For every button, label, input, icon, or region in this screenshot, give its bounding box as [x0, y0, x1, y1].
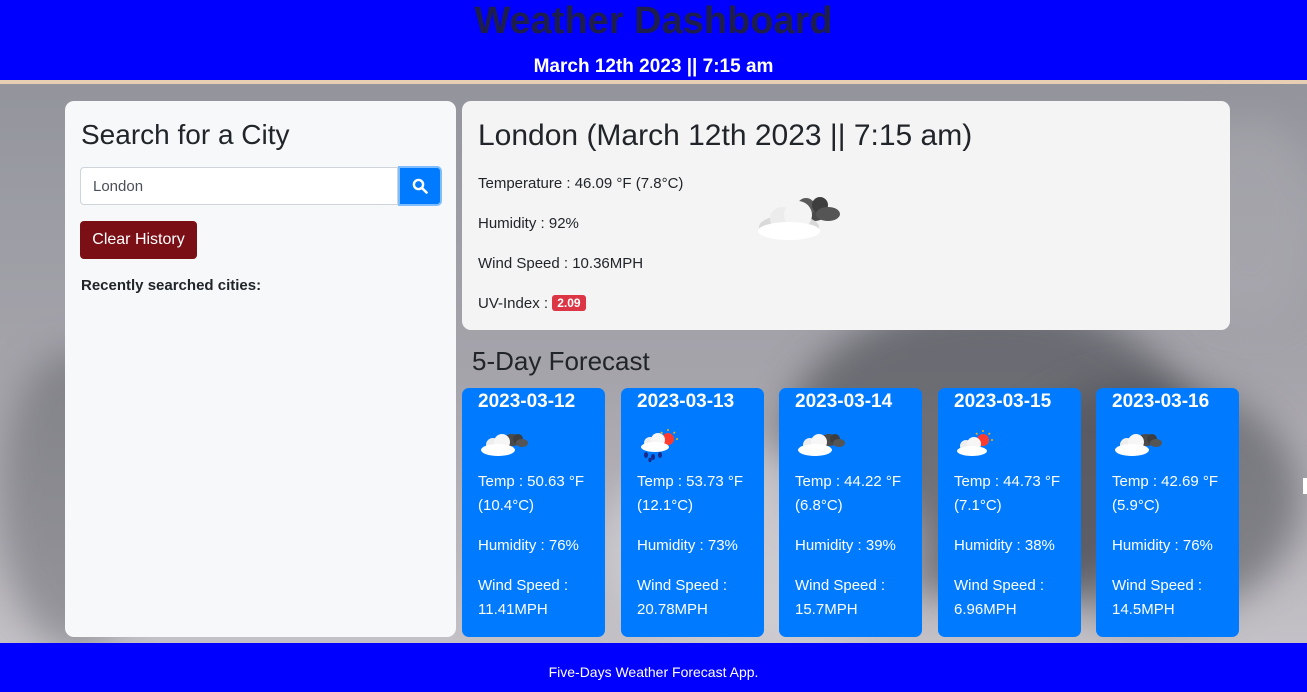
search-heading: Search for a City	[81, 119, 290, 150]
cloudy-icon	[1115, 434, 1162, 456]
current-weather-panel: London (March 12th 2023 || 7:15 am) Temp…	[462, 101, 1230, 330]
forecast-wind: Wind Speed : 20.78MPH	[637, 577, 728, 618]
forecast-date: 2023-03-15	[954, 391, 1052, 412]
forecast-title: 5-Day Forecast	[472, 346, 650, 376]
forecast-temp: Temp : 50.63 °F (10.4°C)	[478, 473, 585, 514]
forecast-temp: Temp : 44.73 °F (7.1°C)	[954, 473, 1061, 514]
forecast-wind: Wind Speed : 11.41MPH	[478, 577, 569, 618]
recent-cities-label: Recently searched cities:	[81, 277, 262, 294]
forecast-humidity: Humidity : 73%	[637, 537, 738, 554]
forecast-date: 2023-03-16	[1112, 391, 1210, 412]
forecast-date: 2023-03-14	[795, 391, 893, 412]
cloudy-icon	[758, 197, 840, 240]
rain-sun-icon	[641, 429, 678, 462]
forecast-card: 2023-03-16 Temp : 42.69 °F (5.9°C) Humid…	[1096, 388, 1239, 637]
search-icon	[412, 178, 428, 194]
clear-history-button[interactable]: Clear History	[80, 221, 197, 259]
forecast-wind: Wind Speed : 15.7MPH	[795, 577, 886, 618]
forecast-card: 2023-03-15 Temp : 44.73 °F (7.1°C) Humid…	[938, 388, 1081, 637]
header-divider	[0, 80, 1307, 84]
city-search-input[interactable]	[80, 167, 398, 205]
page-footer: Five-Days Weather Forecast App.	[0, 643, 1307, 692]
current-temperature: Temperature : 46.09 °F (7.8°C)	[478, 175, 684, 192]
forecast-card: 2023-03-12 Temp : 50.63 °F (10.4°C) Humi…	[462, 388, 605, 637]
forecast-humidity: Humidity : 76%	[1112, 537, 1213, 554]
header-datetime: March 12th 2023 || 7:15 am	[533, 56, 774, 77]
uv-label: UV-Index :	[478, 295, 553, 312]
forecast-temp: Temp : 42.69 °F (5.9°C)	[1112, 473, 1219, 514]
forecast-card: 2023-03-14 Temp : 44.22 °F (6.8°C) Humid…	[779, 388, 922, 637]
forecast-wind: Wind Speed : 6.96MPH	[954, 577, 1045, 618]
scrollbar-thumb[interactable]	[1303, 478, 1307, 494]
forecast-temp: Temp : 53.73 °F (12.1°C)	[637, 473, 744, 514]
search-button[interactable]	[398, 166, 442, 206]
partly-cloudy-icon	[957, 430, 993, 456]
forecast-card: 2023-03-13 Temp : 53.73 °F (12.1°C) Humi…	[621, 388, 764, 637]
footer-text: Five-Days Weather Forecast App.	[548, 664, 759, 680]
forecast-date: 2023-03-12	[478, 391, 576, 412]
current-wind-speed: Wind Speed : 10.36MPH	[478, 255, 644, 272]
forecast-humidity: Humidity : 38%	[954, 537, 1055, 554]
forecast-date: 2023-03-13	[637, 391, 735, 412]
forecast-wind: Wind Speed : 14.5MPH	[1112, 577, 1203, 618]
cloudy-icon	[481, 434, 528, 456]
current-uv-index: UV-Index : 2.09	[478, 295, 586, 312]
forecast-humidity: Humidity : 76%	[478, 537, 579, 554]
search-panel: Search for a City Clear History Recently…	[65, 101, 456, 637]
page-title: Weather Dashboard	[474, 0, 833, 42]
forecast-temp: Temp : 44.22 °F (6.8°C)	[795, 473, 902, 514]
current-city-heading: London (March 12th 2023 || 7:15 am)	[478, 119, 973, 152]
uv-badge: 2.09	[552, 295, 586, 311]
page-header: Weather Dashboard March 12th 2023 || 7:1…	[0, 0, 1307, 82]
cloudy-icon	[798, 434, 845, 456]
forecast-humidity: Humidity : 39%	[795, 537, 896, 554]
current-humidity: Humidity : 92%	[478, 215, 579, 232]
